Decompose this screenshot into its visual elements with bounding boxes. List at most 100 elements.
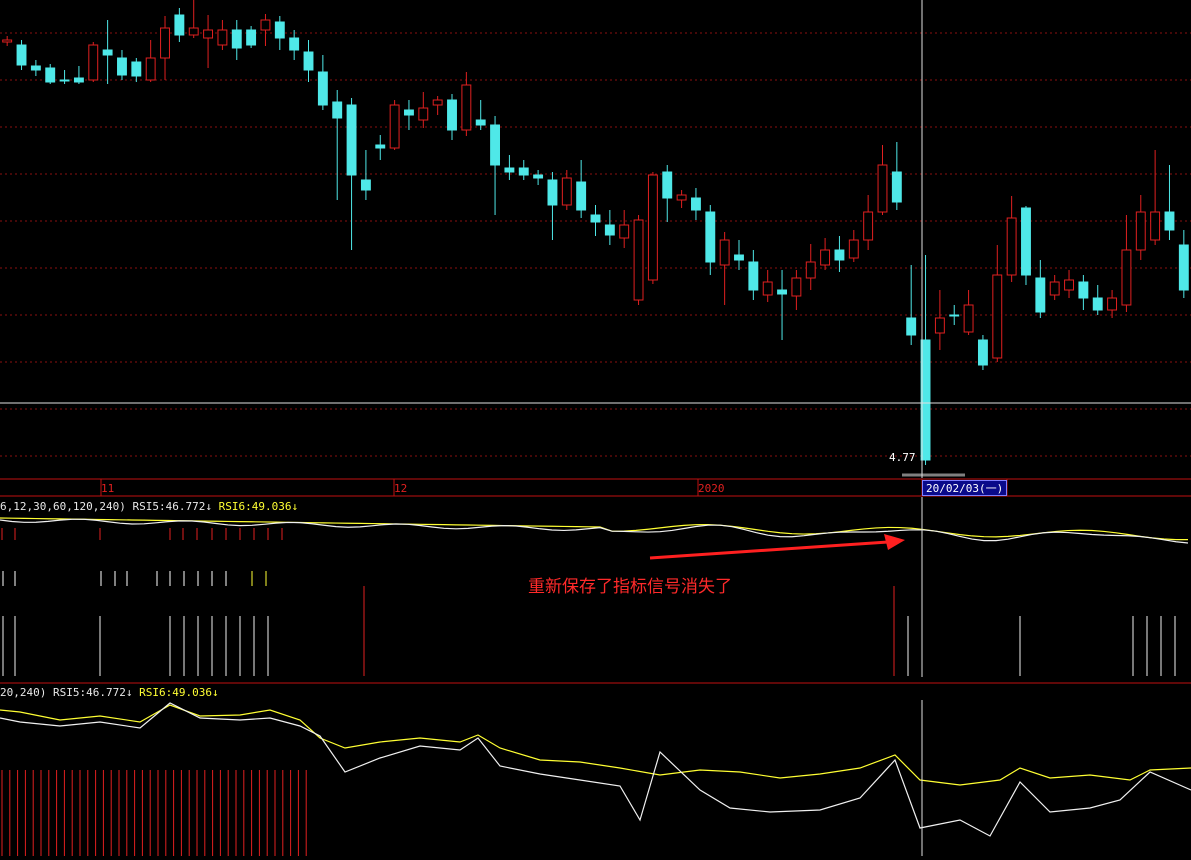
candle-body [447,99,457,131]
candle-body [762,281,773,296]
candle-body [217,29,228,46]
rsi6-value: 49.036 [251,500,292,513]
candle-body [1035,277,1046,313]
candle-body [963,304,974,333]
annotation-arrow-shaft [649,540,889,560]
chart-stage[interactable]: 11 12 2020 20/02/03(一) 4.77 6,12,30,60,1… [0,0,1191,856]
candle-body [404,109,414,116]
candle-body [604,224,615,236]
rsi5-line [0,702,1191,837]
candle-body [791,277,802,297]
axis-tick-label: 2020 [698,482,725,495]
indicator-1-header: 6,12,30,60,120,240) RSI5:46.772↓ RSI6:49… [0,500,299,513]
rsi5-name: RSI5 [132,500,159,513]
candle-body [73,77,84,83]
candle-body [518,167,529,176]
candle-body [174,14,185,36]
candle-body [360,179,371,191]
candle-body [332,101,343,119]
panel-frames [0,0,1191,856]
rsi5-line [0,518,1189,544]
candle-body [45,67,56,83]
candle-body [906,317,917,336]
candle-body [389,104,400,149]
candle-body [30,65,41,71]
candle-body [820,249,831,266]
candle-body [346,104,357,176]
rsi5-arrow: ↓ [205,500,212,513]
axis-tick-label: 11 [101,482,115,495]
candle-body [1135,211,1146,251]
candle-body [1121,249,1132,306]
candle-body [1049,281,1060,296]
candle-body [16,44,27,66]
candle-body [705,211,716,263]
candle-body [145,57,156,81]
candle-body [303,51,314,71]
candle-body [1078,281,1089,299]
low-price-label: 4.77 [889,451,916,464]
cursor-date-label: 20/02/03(一) [922,480,1008,496]
rsi5-value: 46.772 [165,500,206,513]
candle-body [992,274,1003,359]
indicator-1-params: 6,12,30,60,120,240) [0,500,126,513]
candle-body [633,219,644,301]
candle-body [461,84,472,131]
candle-body [662,171,673,199]
candle-body [418,107,429,121]
candle-body [1064,279,1074,291]
rsi6-name: RSI6 [218,500,246,513]
candle-body [834,249,845,261]
rsi6-arrow: ↓ [211,686,219,699]
candle-body [590,214,601,223]
candle-body [1107,297,1118,311]
candle-body [260,19,271,31]
candle-body [1164,211,1175,231]
candle-body [2,39,13,43]
candle-body [891,171,902,203]
chart-canvas[interactable] [0,0,1191,856]
indicator-panel-2 [0,702,1191,856]
candle-body [88,44,99,81]
annotation-text: 重新保存了指标信号消失了 [528,577,732,597]
candle-body [734,254,744,261]
rsi6-value: 49.036 [172,686,212,699]
candle-body [475,119,486,126]
rsi5-value: 46.772 [86,686,126,699]
candle-body [977,339,988,366]
candle-body [317,71,328,106]
candle-body [102,49,113,56]
annotation-arrow-head [884,534,905,550]
rsi6-line [0,704,1191,786]
rsi6-arrow: ↓ [291,500,299,513]
candlestick-series [0,0,1191,477]
candle-body [1006,217,1017,276]
axis-tick-label: 12 [394,482,408,495]
rsi5-arrow: ↓ [125,686,133,699]
candle-body [1150,211,1161,241]
candle-body [231,29,242,49]
candle-body [289,37,300,51]
candle-body [719,239,730,266]
candle-body [576,181,587,211]
candle-body [1092,297,1103,311]
candle-body [547,179,558,206]
candle-body [777,289,787,295]
rsi5-name: RSI5 [52,686,80,699]
candle-body [877,164,888,213]
candle-body [246,29,257,46]
rsi6-name: RSI6 [139,686,166,699]
candle-body [619,224,630,239]
candle-body [274,21,285,39]
candle-body [160,27,170,59]
candle-body [748,261,759,291]
indicator-panel-1 [0,517,1189,676]
candle-body [934,317,945,334]
candle-body [647,174,658,281]
candle-body [432,99,443,106]
candle-body [375,144,386,149]
candle-body [863,211,874,241]
candle-body [848,239,859,259]
candle-body [131,61,142,77]
candle-body [805,261,816,279]
